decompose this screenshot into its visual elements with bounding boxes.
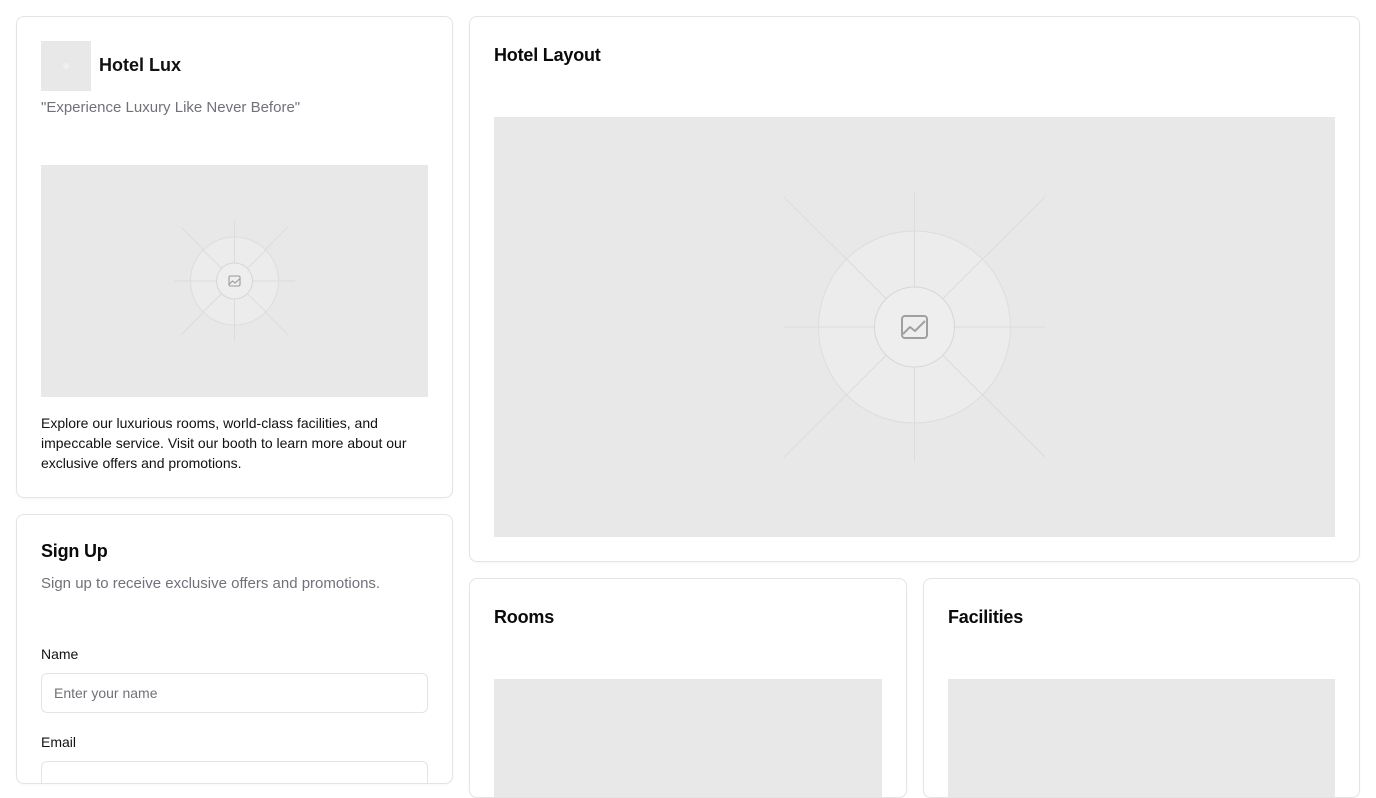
signup-title: Sign Up bbox=[41, 541, 108, 561]
facilities-title: Facilities bbox=[948, 607, 1024, 627]
email-label: Email bbox=[41, 734, 77, 750]
facilities-card: Facilities bbox=[923, 578, 1360, 798]
hotel-layout-image bbox=[494, 117, 1335, 537]
image-placeholder-icon bbox=[783, 192, 1046, 462]
image-placeholder-icon bbox=[174, 221, 295, 341]
facilities-image bbox=[948, 679, 1335, 797]
email-input[interactable] bbox=[41, 761, 428, 783]
hotel-info-card: Hotel Lux "Experience Luxury Like Never … bbox=[16, 16, 453, 498]
hotel-name: Hotel Lux bbox=[99, 55, 182, 75]
rooms-card: Rooms bbox=[469, 578, 907, 798]
hotel-layout-card: Hotel Layout bbox=[469, 16, 1360, 562]
signup-description: Sign up to receive exclusive offers and … bbox=[41, 575, 381, 592]
name-input[interactable] bbox=[41, 673, 428, 713]
name-label: Name bbox=[41, 646, 79, 662]
rooms-title: Rooms bbox=[494, 607, 555, 627]
hotel-layout-title: Hotel Layout bbox=[494, 45, 601, 65]
signup-card: Sign Up Sign up to receive exclusive off… bbox=[16, 514, 453, 784]
hotel-description: Explore our luxurious rooms, world-class… bbox=[41, 415, 407, 471]
hotel-logo bbox=[41, 41, 91, 91]
hotel-image bbox=[41, 165, 428, 397]
rooms-image bbox=[494, 679, 882, 797]
hotel-tagline: "Experience Luxury Like Never Before" bbox=[41, 99, 301, 116]
image-placeholder-icon bbox=[63, 63, 69, 69]
